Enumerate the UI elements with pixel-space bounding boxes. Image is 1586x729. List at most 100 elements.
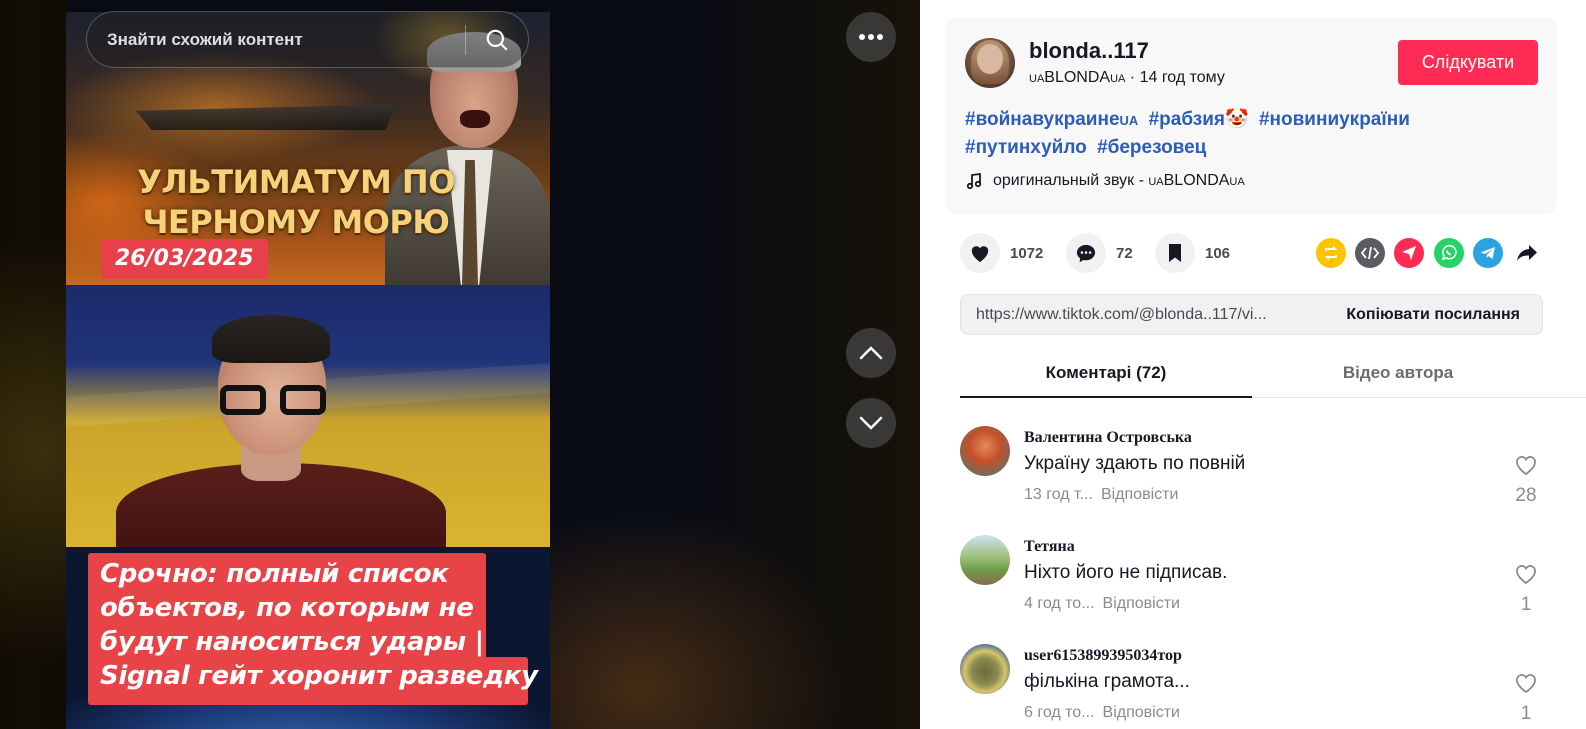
- chevron-up-icon: [859, 346, 883, 360]
- next-video-button[interactable]: [846, 398, 896, 448]
- search-button[interactable]: [466, 12, 528, 67]
- save-action: 106: [1155, 233, 1230, 273]
- comment-like-count: 1: [1520, 703, 1532, 724]
- embed-button[interactable]: [1355, 238, 1385, 268]
- comment-like-count: 28: [1515, 485, 1537, 506]
- video-description: #войнавукраинеUA #рабзия🤡 #новиниукраїни…: [965, 106, 1545, 161]
- more-share-button[interactable]: [1512, 238, 1542, 268]
- repost-icon: [1324, 246, 1338, 260]
- post-time: · 14 год тому: [1125, 69, 1225, 86]
- reply-button[interactable]: Відповісти: [1103, 595, 1180, 612]
- direct-message-icon: [1402, 246, 1416, 260]
- video-frame-speaker: [66, 285, 550, 547]
- panel-tabs: Коментарі (72) Відео автора: [960, 352, 1586, 398]
- comment-bubble-icon: [1076, 244, 1096, 263]
- repost-button[interactable]: [1316, 238, 1346, 268]
- embed-icon: [1361, 246, 1379, 260]
- comment-like-count: 1: [1520, 594, 1532, 615]
- chevron-down-icon: [859, 416, 883, 430]
- details-panel: blonda..117 UABLONDAUA · 14 год тому Слі…: [920, 0, 1586, 729]
- search-icon: [486, 29, 508, 51]
- comment-item: Тетяна Ніхто його не підписав. 4 год то.…: [960, 535, 1546, 635]
- comment-item: user6153899395034тор фількіна грамота...…: [960, 644, 1546, 729]
- flag-suffix: UA: [1110, 73, 1126, 85]
- author-card: blonda..117 UABLONDAUA · 14 год тому Слі…: [945, 17, 1557, 214]
- author-avatar[interactable]: [965, 38, 1015, 88]
- more-dots-icon: [859, 34, 883, 40]
- comment-button[interactable]: [1066, 233, 1106, 273]
- video-frame-caption: Срочно: полный список объектов, по котор…: [66, 547, 550, 729]
- save-count: 106: [1205, 244, 1231, 262]
- tiktok-video-page: УЛЬТИМАТУМ ПО ЧЕРНОМУ МОРЮ 26/03/2025 Ср…: [0, 0, 1586, 729]
- tab-comments[interactable]: Коментарі (72): [960, 352, 1252, 398]
- comment-item: Валентина Островська Україну здають по п…: [960, 426, 1546, 526]
- heart-outline-icon: [1516, 674, 1536, 694]
- comment-time: 13 год т...: [1024, 486, 1093, 503]
- author-username[interactable]: blonda..117: [1029, 38, 1149, 64]
- comment-meta: 6 год то... Відповісти: [1024, 704, 1180, 722]
- author-display-name: BLONDA: [1044, 69, 1111, 86]
- whatsapp-icon: [1441, 244, 1457, 261]
- bookmark-icon: [1169, 244, 1181, 262]
- send-message-button[interactable]: [1394, 238, 1424, 268]
- share-link-box: https://www.tiktok.com/@blonda..117/vi..…: [960, 294, 1543, 335]
- video-url[interactable]: https://www.tiktok.com/@blonda..117/vi..…: [961, 306, 1334, 324]
- comment-like-button[interactable]: 1: [1506, 672, 1546, 725]
- sound-label: оригинальный звук - UABLONDAUA: [993, 172, 1245, 189]
- comment-text: Україну здають по повній: [1024, 453, 1246, 474]
- search-input[interactable]: [87, 12, 465, 67]
- ship-silhouette: [136, 104, 396, 130]
- previous-video-button[interactable]: [846, 328, 896, 378]
- copy-link-button[interactable]: Копіювати посилання: [1334, 306, 1542, 324]
- comment-meta: 13 год т... Відповісти: [1024, 486, 1178, 504]
- similar-content-search: [86, 11, 529, 68]
- like-button[interactable]: [960, 233, 1000, 273]
- video-headline: УЛЬТИМАТУМ ПО ЧЕРНОМУ МОРЮ: [137, 163, 455, 241]
- whatsapp-share-button[interactable]: [1434, 238, 1464, 268]
- comment-time: 6 год то...: [1024, 704, 1095, 721]
- comment-like-button[interactable]: 28: [1506, 454, 1546, 507]
- commenter-avatar[interactable]: [960, 535, 1010, 585]
- hashtag-link[interactable]: #войнавукраинеUA: [965, 109, 1138, 130]
- hashtag-link[interactable]: #березовец: [1097, 137, 1206, 158]
- reply-button[interactable]: Відповісти: [1101, 486, 1178, 503]
- author-display-line: UABLONDAUA · 14 год тому: [1029, 69, 1225, 87]
- comment-meta: 4 год то... Відповісти: [1024, 595, 1180, 613]
- video-stage: УЛЬТИМАТУМ ПО ЧЕРНОМУ МОРЮ 26/03/2025 Ср…: [0, 0, 920, 729]
- save-button[interactable]: [1155, 233, 1195, 273]
- share-arrow-icon: [1517, 245, 1537, 261]
- telegram-share-button[interactable]: [1473, 238, 1503, 268]
- commenter-name[interactable]: Валентина Островська: [1024, 429, 1192, 447]
- video-player[interactable]: УЛЬТИМАТУМ ПО ЧЕРНОМУ МОРЮ 26/03/2025 Ср…: [66, 0, 550, 729]
- action-bar: 1072 72 106: [960, 233, 1560, 275]
- comment-action: 72: [1066, 233, 1133, 273]
- comment-like-button[interactable]: 1: [1506, 563, 1546, 616]
- commenter-avatar[interactable]: [960, 644, 1010, 694]
- flag-prefix: UA: [1029, 73, 1045, 85]
- telegram-icon: [1480, 247, 1495, 259]
- music-note-icon: [966, 172, 982, 190]
- hashtag-link[interactable]: #рабзия🤡: [1149, 109, 1249, 130]
- speaker-photo: [116, 313, 446, 547]
- like-action: 1072: [960, 233, 1043, 273]
- speaker-photo-top: [385, 30, 550, 285]
- comment-text: фількіна грамота...: [1024, 671, 1190, 692]
- commenter-name[interactable]: Тетяна: [1024, 538, 1075, 556]
- follow-button[interactable]: Слідкувати: [1398, 40, 1538, 85]
- heart-outline-icon: [1516, 456, 1536, 476]
- video-date-badge: 26/03/2025: [101, 239, 268, 279]
- comment-count: 72: [1116, 244, 1133, 262]
- hashtag-link[interactable]: #путинхуйло: [965, 137, 1087, 158]
- comment-text: Ніхто його не підписав.: [1024, 562, 1228, 583]
- commenter-name[interactable]: user6153899395034тор: [1024, 647, 1182, 665]
- comment-time: 4 год то...: [1024, 595, 1095, 612]
- tab-author-videos[interactable]: Відео автора: [1252, 352, 1544, 398]
- hashtag-link[interactable]: #новиниукраїни: [1259, 109, 1410, 130]
- video-caption: Срочно: полный список объектов, по котор…: [100, 559, 538, 691]
- sound-link[interactable]: оригинальный звук - UABLONDAUA: [965, 172, 1245, 190]
- heart-outline-icon: [1516, 565, 1536, 585]
- like-count: 1072: [1010, 244, 1044, 262]
- reply-button[interactable]: Відповісти: [1103, 704, 1180, 721]
- commenter-avatar[interactable]: [960, 426, 1010, 476]
- more-options-button[interactable]: [846, 12, 896, 62]
